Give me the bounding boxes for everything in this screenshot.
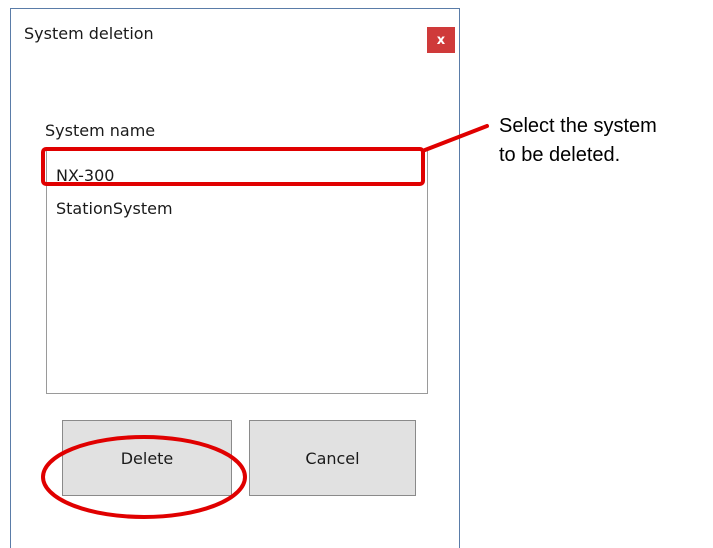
annotation-text: Select the system to be deleted. — [499, 112, 657, 170]
system-deletion-dialog: System deletion x System name NX-300 Sta… — [10, 8, 460, 548]
dialog-title: System deletion — [24, 24, 154, 43]
annotation-line-1: Select the system — [499, 115, 657, 137]
close-button[interactable]: x — [427, 27, 455, 53]
system-name-label: System name — [45, 121, 156, 140]
system-list[interactable]: NX-300 StationSystem — [46, 149, 428, 394]
close-icon: x — [436, 32, 446, 48]
delete-button[interactable]: Delete — [62, 420, 232, 496]
list-item-stationsystem[interactable]: StationSystem — [56, 199, 173, 218]
cancel-button[interactable]: Cancel — [249, 420, 416, 496]
annotation-line-2: to be deleted. — [499, 144, 621, 166]
list-item-nx-300[interactable]: NX-300 — [56, 166, 114, 185]
